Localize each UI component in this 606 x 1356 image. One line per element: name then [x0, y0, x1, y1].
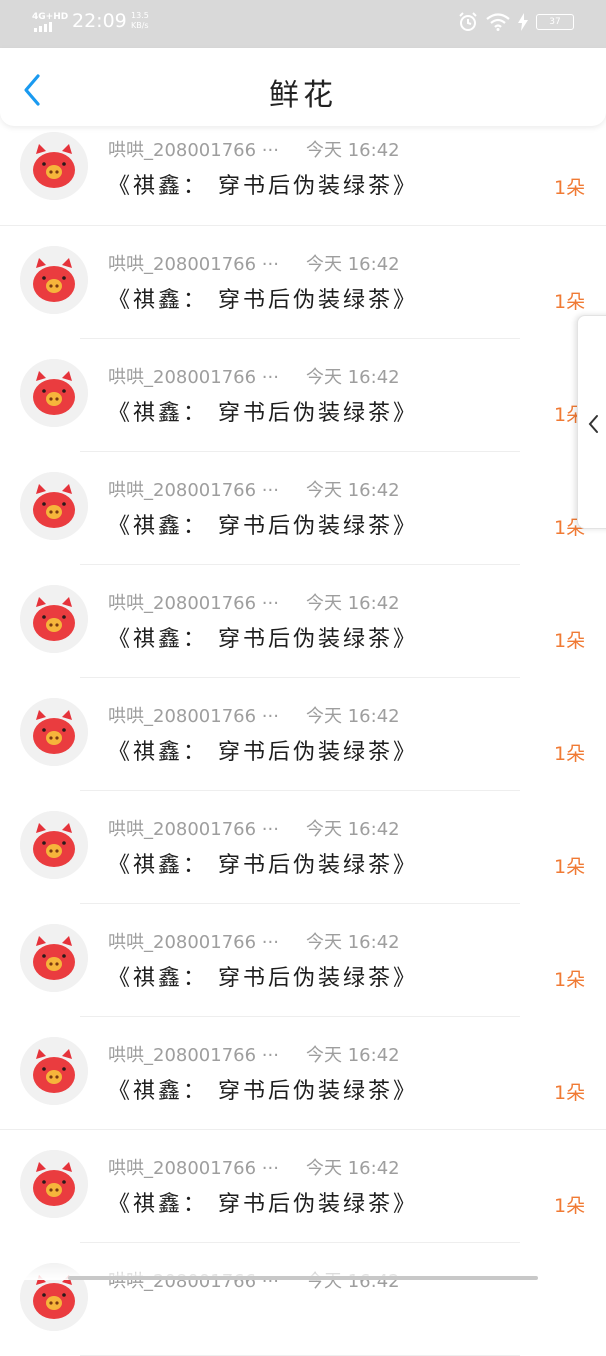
alarm-icon — [459, 12, 477, 31]
wifi-icon — [486, 13, 510, 31]
avatar[interactable] — [20, 132, 88, 200]
list-item[interactable]: 哄哄_208001766 ··· 今天 16:42 《祺鑫： 穿书后伪装绿茶》 … — [0, 904, 606, 1017]
avatar[interactable] — [20, 1037, 88, 1105]
flower-count: 1朵 — [554, 1195, 586, 1217]
network-speed-unit: KB/s — [131, 21, 149, 30]
avatar[interactable] — [20, 585, 88, 653]
avatar[interactable] — [20, 811, 88, 879]
send-time: 今天 16:42 — [306, 819, 400, 840]
flower-count: 1朵 — [554, 177, 586, 199]
list-item[interactable]: 哄哄_208001766 ··· 今天 16:42 《祺鑫： 穿书后伪装绿茶》 … — [0, 452, 606, 565]
flower-record-list: 哄哄_208001766 ··· 今天 16:42 《祺鑫： 穿书后伪装绿茶》 … — [0, 112, 606, 1356]
send-time: 今天 16:42 — [306, 480, 400, 501]
book-title: 《祺鑫： 穿书后伪装绿茶》 — [108, 627, 418, 652]
app-header: 鲜花 — [0, 48, 606, 126]
network-speed: 13.5 KB/s — [131, 11, 149, 31]
sender-name: 哄哄_208001766 ··· — [108, 1045, 279, 1066]
send-time: 今天 16:42 — [306, 706, 400, 727]
book-title: 《祺鑫： 穿书后伪装绿茶》 — [108, 853, 418, 878]
send-time: 今天 16:42 — [306, 254, 400, 275]
list-item[interactable]: 哄哄_208001766 ··· 今天 16:42 — [0, 1243, 606, 1356]
sender-name: 哄哄_208001766 ··· — [108, 819, 279, 840]
flower-count: 1朵 — [554, 969, 586, 991]
sender-name: 哄哄_208001766 ··· — [108, 367, 279, 388]
network-speed-value: 13.5 — [131, 11, 149, 20]
send-time: 今天 16:42 — [306, 367, 400, 388]
charging-icon — [518, 13, 528, 31]
sender-name: 哄哄_208001766 ··· — [108, 1158, 279, 1179]
signal-icon — [34, 22, 52, 32]
send-time: 今天 16:42 — [306, 140, 400, 161]
avatar[interactable] — [20, 359, 88, 427]
chevron-left-icon — [588, 415, 598, 433]
book-title: 《祺鑫： 穿书后伪装绿茶》 — [108, 1192, 418, 1217]
book-title: 《祺鑫： 穿书后伪装绿茶》 — [108, 174, 418, 199]
send-time: 今天 16:42 — [306, 593, 400, 614]
sender-name: 哄哄_208001766 ··· — [108, 140, 279, 161]
book-title: 《祺鑫： 穿书后伪装绿茶》 — [108, 1079, 418, 1104]
book-title: 《祺鑫： 穿书后伪装绿茶》 — [108, 740, 418, 765]
sender-name: 哄哄_208001766 ··· — [108, 593, 279, 614]
bottom-scroll-indicator — [68, 1276, 538, 1280]
send-time: 今天 16:42 — [306, 1045, 400, 1066]
avatar[interactable] — [20, 924, 88, 992]
list-item[interactable]: 哄哄_208001766 ··· 今天 16:42 《祺鑫： 穿书后伪装绿茶》 … — [0, 339, 606, 452]
page-title: 鲜花 — [269, 78, 337, 113]
sender-name: 哄哄_208001766 ··· — [108, 480, 279, 501]
list-item[interactable]: 哄哄_208001766 ··· 今天 16:42 《祺鑫： 穿书后伪装绿茶》 … — [0, 112, 606, 226]
book-title: 《祺鑫： 穿书后伪装绿茶》 — [108, 401, 418, 426]
flower-count: 1朵 — [554, 1082, 586, 1104]
flower-count: 1朵 — [554, 291, 586, 313]
send-time: 今天 16:42 — [306, 932, 400, 953]
list-item[interactable]: 哄哄_208001766 ··· 今天 16:42 《祺鑫： 穿书后伪装绿茶》 … — [0, 1017, 606, 1130]
flower-count: 1朵 — [554, 630, 586, 652]
list-item[interactable]: 哄哄_208001766 ··· 今天 16:42 《祺鑫： 穿书后伪装绿茶》 … — [0, 226, 606, 339]
status-bar: 4G+HD 22:09 13.5 KB/s 37 — [0, 0, 606, 48]
book-title: 《祺鑫： 穿书后伪装绿茶》 — [108, 514, 418, 539]
sender-name: 哄哄_208001766 ··· — [108, 706, 279, 727]
battery-icon: 37 — [536, 14, 574, 30]
avatar[interactable] — [20, 246, 88, 314]
send-time: 今天 16:42 — [306, 1158, 400, 1179]
status-time: 22:09 — [72, 10, 127, 32]
list-item[interactable]: 哄哄_208001766 ··· 今天 16:42 《祺鑫： 穿书后伪装绿茶》 … — [0, 565, 606, 678]
flower-count: 1朵 — [554, 856, 586, 878]
list-item[interactable]: 哄哄_208001766 ··· 今天 16:42 《祺鑫： 穿书后伪装绿茶》 … — [0, 791, 606, 904]
sender-name: 哄哄_208001766 ··· — [108, 932, 279, 953]
avatar[interactable] — [20, 1150, 88, 1218]
list-item[interactable]: 哄哄_208001766 ··· 今天 16:42 《祺鑫： 穿书后伪装绿茶》 … — [0, 1130, 606, 1243]
sender-name: 哄哄_208001766 ··· — [108, 254, 279, 275]
list-item[interactable]: 哄哄_208001766 ··· 今天 16:42 《祺鑫： 穿书后伪装绿茶》 … — [0, 678, 606, 791]
flower-count: 1朵 — [554, 743, 586, 765]
book-title: 《祺鑫： 穿书后伪装绿茶》 — [108, 288, 418, 313]
avatar[interactable] — [20, 698, 88, 766]
side-drawer-tab[interactable] — [577, 315, 606, 529]
network-type: 4G+HD — [32, 12, 69, 22]
book-title: 《祺鑫： 穿书后伪装绿茶》 — [108, 966, 418, 991]
avatar[interactable] — [20, 472, 88, 540]
